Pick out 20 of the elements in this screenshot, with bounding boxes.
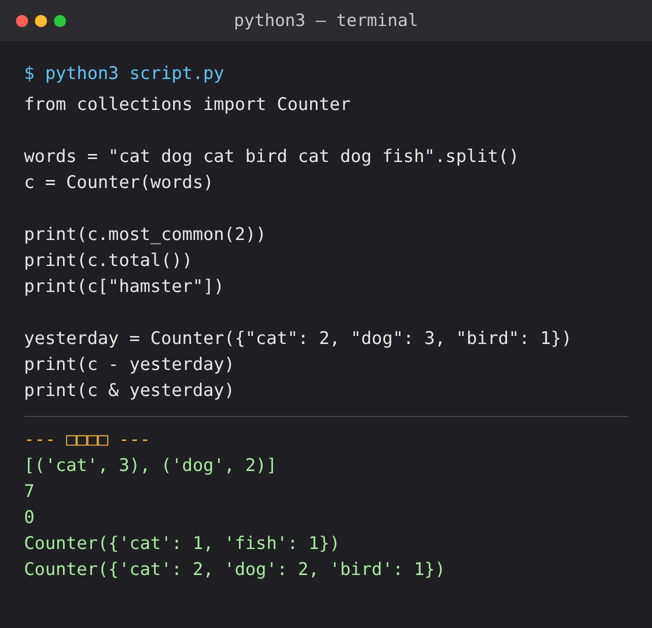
output-line: Counter({'cat': 2, 'dog': 2, 'bird': 1}): [24, 559, 446, 582]
code-line: words = "cat dog cat bird cat dog fish".split(): [24, 146, 520, 169]
code-line: c = Counter(words): [24, 172, 214, 195]
output-line: 7: [24, 481, 35, 504]
code-line: print(c & yesterday): [24, 380, 235, 403]
output-line: 0: [24, 507, 35, 530]
code-line: from collections import Counter: [24, 94, 351, 117]
output-header: --- □□□□ ---: [24, 429, 150, 452]
minimize-icon[interactable]: [35, 14, 47, 26]
code-line: print(c - yesterday): [24, 354, 235, 377]
code-line: print(c.most_common(2)): [24, 224, 266, 247]
maximize-icon[interactable]: [54, 14, 66, 26]
output-line: Counter({'cat': 1, 'fish': 1}): [24, 533, 340, 556]
code-line: print(c["hamster"]): [24, 276, 224, 299]
window-title: python3 — terminal: [234, 10, 418, 30]
code-line: print(c.total()): [24, 250, 193, 273]
code-line: yesterday = Counter({"cat": 2, "dog": 3, "bird": 1}): [24, 328, 572, 351]
close-icon[interactable]: [16, 14, 28, 26]
output-line: [('cat', 3), ('dog', 2)]: [24, 455, 277, 478]
command-line: $ python3 script.py: [24, 63, 224, 86]
